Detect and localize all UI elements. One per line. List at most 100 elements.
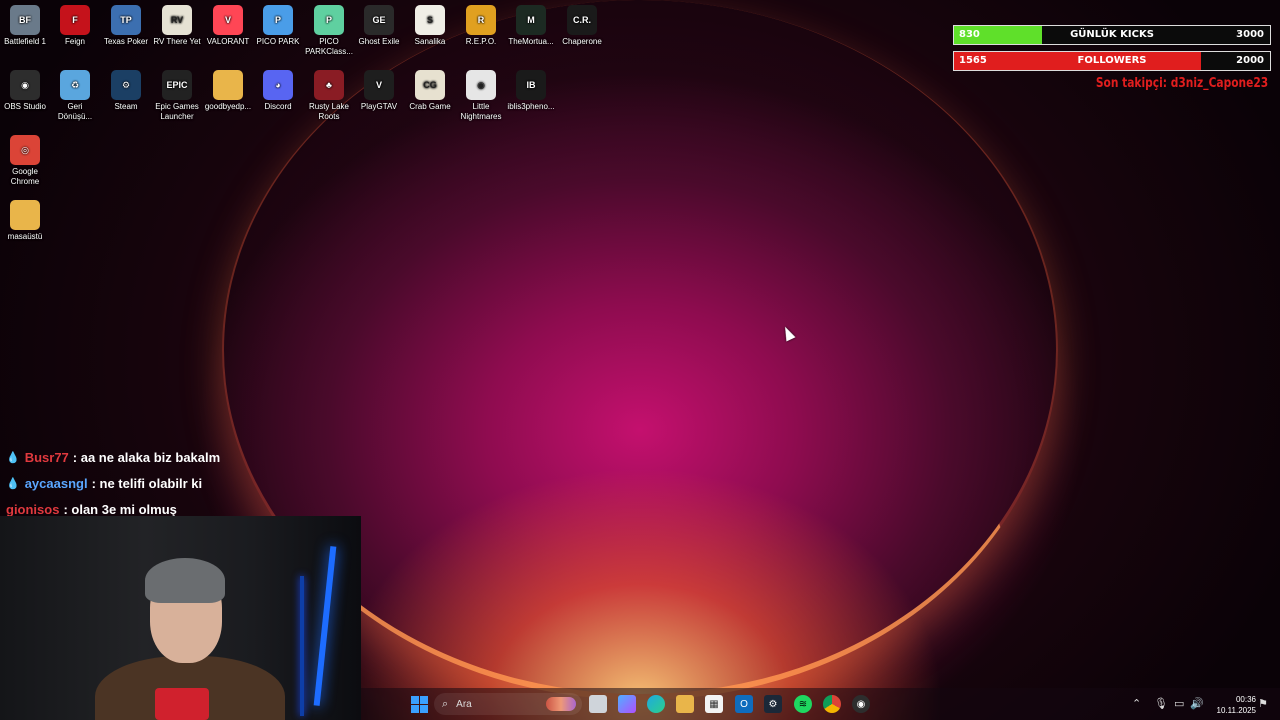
- obs-taskbar-icon[interactable]: ◉: [852, 695, 870, 713]
- chat-text: : ne telifi olabilr ki: [91, 475, 203, 491]
- desktop-icon[interactable]: C.R. Chaperone: [557, 5, 607, 47]
- network-icon[interactable]: ▭: [1174, 697, 1184, 710]
- task-view-icon[interactable]: [589, 695, 607, 713]
- pico-park-classic-icon: P: [314, 5, 344, 35]
- followers-label: FOLLOWERS: [1077, 55, 1147, 66]
- desktop-icon-label: Chaperone: [562, 37, 602, 46]
- desktop-icon[interactable]: RV RV There Yet: [152, 5, 202, 47]
- desktop-icon[interactable]: TP Texas Poker: [101, 5, 151, 47]
- chevron-up-icon[interactable]: ⌃: [1132, 697, 1141, 710]
- desktop-icon-label: Rusty Lake Roots: [308, 102, 350, 121]
- chrome-icon: ◎: [10, 135, 40, 165]
- desktop-icon[interactable]: BF Battlefield 1: [0, 5, 50, 47]
- desktop-icon[interactable]: IB iblis3pheno...: [506, 70, 556, 112]
- discord-icon: ◕: [263, 70, 293, 100]
- followers-goal-bar: 1565 FOLLOWERS 2000: [953, 51, 1271, 71]
- desktop-icon[interactable]: ♻ Geri Dönüşü...: [50, 70, 100, 122]
- followers-goal: 2000: [1236, 55, 1264, 66]
- start-button[interactable]: [410, 695, 428, 713]
- file-explorer-icon[interactable]: [676, 695, 694, 713]
- chat-username: gionisos: [6, 501, 60, 517]
- desktop-icon[interactable]: ⚙ Steam: [101, 70, 151, 112]
- steam-icon: ⚙: [111, 70, 141, 100]
- clock-time: 00:36: [1235, 695, 1256, 704]
- volume-icon[interactable]: 🔊: [1190, 697, 1204, 710]
- desktop-icon[interactable]: ◉ OBS Studio: [0, 70, 50, 112]
- microphone: [155, 688, 209, 720]
- desktop-icon[interactable]: masaüstü: [0, 200, 50, 242]
- iblis-icon: IB: [516, 70, 546, 100]
- chat-overlay: 💧 Busr77: aa ne alaka biz bakalm 💧 aycaasng…: [6, 444, 220, 522]
- little-nightmares-icon: ◉: [466, 70, 496, 100]
- last-follower-text: Son takipçi: d3niz_Capone23: [1095, 76, 1268, 91]
- search-placeholder: Ara: [456, 698, 472, 710]
- desktop-icon[interactable]: P PICO PARKClass...: [304, 5, 354, 57]
- obs-studio-icon: ◉: [10, 70, 40, 100]
- kicks-goal-bar: 830 GÜNLÜK KICKS 3000: [953, 25, 1271, 45]
- gta-v-icon: V: [364, 70, 394, 100]
- desktop-icon[interactable]: V PlayGTAV: [354, 70, 404, 112]
- ghost-exile-icon: GE: [364, 5, 394, 35]
- desktop-icon-label: Feign: [64, 37, 85, 46]
- outlook-icon[interactable]: O: [735, 695, 753, 713]
- notification-bell-icon[interactable]: ⚑: [1258, 697, 1268, 710]
- texas-poker-icon: TP: [111, 5, 141, 35]
- desktop-icon[interactable]: P PICO PARK: [253, 5, 303, 47]
- edge-icon[interactable]: [647, 695, 665, 713]
- desktop-icon-label: Discord: [264, 102, 292, 111]
- folder-icon: [10, 200, 40, 230]
- desktop-icon-label: R.E.P.O.: [465, 37, 497, 46]
- recycle-bin-icon: ♻: [60, 70, 90, 100]
- chrome-taskbar-icon[interactable]: [823, 695, 841, 713]
- desktop-icon[interactable]: ◎ Google Chrome: [0, 135, 50, 187]
- pico-park-icon: P: [263, 5, 293, 35]
- desktop-icon-label: Geri Dönüşü...: [57, 102, 93, 121]
- steam-taskbar-icon[interactable]: ⚙: [764, 695, 782, 713]
- valorant-icon: V: [213, 5, 243, 35]
- chaperone-icon: C.R.: [567, 5, 597, 35]
- streamer-cap: [145, 558, 225, 603]
- windows-logo-icon: [410, 695, 428, 713]
- mouse-cursor-icon: [780, 324, 796, 342]
- rv-there-yet-icon: RV: [162, 5, 192, 35]
- desktop-icon[interactable]: GE Ghost Exile: [354, 5, 404, 47]
- desktop-icon[interactable]: M TheMortua...: [506, 5, 556, 47]
- copilot-icon[interactable]: [618, 695, 636, 713]
- desktop-icon-label: Crab Game: [409, 102, 451, 111]
- taskbar-clock[interactable]: 00:36 10.11.2025: [1208, 694, 1256, 716]
- chat-text: : aa ne alaka biz bakalm: [72, 449, 221, 465]
- spotify-icon[interactable]: ≋: [794, 695, 812, 713]
- desktop-icon[interactable]: goodbyedp...: [203, 70, 253, 112]
- desktop-icon[interactable]: F Feign: [50, 5, 100, 47]
- clock-date: 10.11.2025: [1216, 706, 1256, 715]
- desktop-icon-label: Ghost Exile: [358, 37, 400, 46]
- desktop-icon[interactable]: EPIC Epic Games Launcher: [152, 70, 202, 122]
- desktop-icon[interactable]: ♣ Rusty Lake Roots: [304, 70, 354, 122]
- repo-icon: R: [466, 5, 496, 35]
- sanalika-icon: S: [415, 5, 445, 35]
- desktop-icon[interactable]: R R.E.P.O.: [456, 5, 506, 47]
- desktop-icon-label: VALORANT: [206, 37, 250, 46]
- taskbar-search-box[interactable]: ⌕ Ara: [434, 693, 582, 715]
- microsoft-store-icon[interactable]: ▦: [705, 695, 723, 713]
- desktop-icon-label: Little Nightmares: [460, 102, 502, 121]
- microphone-icon[interactable]: 🎙: [1154, 697, 1168, 710]
- crab-game-icon: CG: [415, 70, 445, 100]
- search-icon: ⌕: [442, 697, 449, 710]
- desktop-icon[interactable]: V VALORANT: [203, 5, 253, 47]
- rusty-lake-roots-icon: ♣: [314, 70, 344, 100]
- droplet-badge-icon: 💧: [6, 451, 20, 464]
- epic-games-icon: EPIC: [162, 70, 192, 100]
- chat-message: 💧 aycaasngl: ne telifi olabilr ki: [6, 470, 220, 496]
- desktop-icon-label: Google Chrome: [10, 167, 40, 186]
- chat-message: 💧 Busr77: aa ne alaka biz bakalm: [6, 444, 220, 470]
- desktop-icon[interactable]: ◕ Discord: [253, 70, 303, 112]
- desktop-icon-label: Epic Games Launcher: [155, 102, 199, 121]
- desktop-icon-label: PICO PARK: [256, 37, 300, 46]
- feign-icon: F: [60, 5, 90, 35]
- desktop-icon-label: Sanalika: [414, 37, 446, 46]
- desktop-icon-label: TheMortua...: [508, 37, 554, 46]
- desktop-icon[interactable]: ◉ Little Nightmares: [456, 70, 506, 122]
- desktop-icon[interactable]: S Sanalika: [405, 5, 455, 47]
- desktop-icon[interactable]: CG Crab Game: [405, 70, 455, 112]
